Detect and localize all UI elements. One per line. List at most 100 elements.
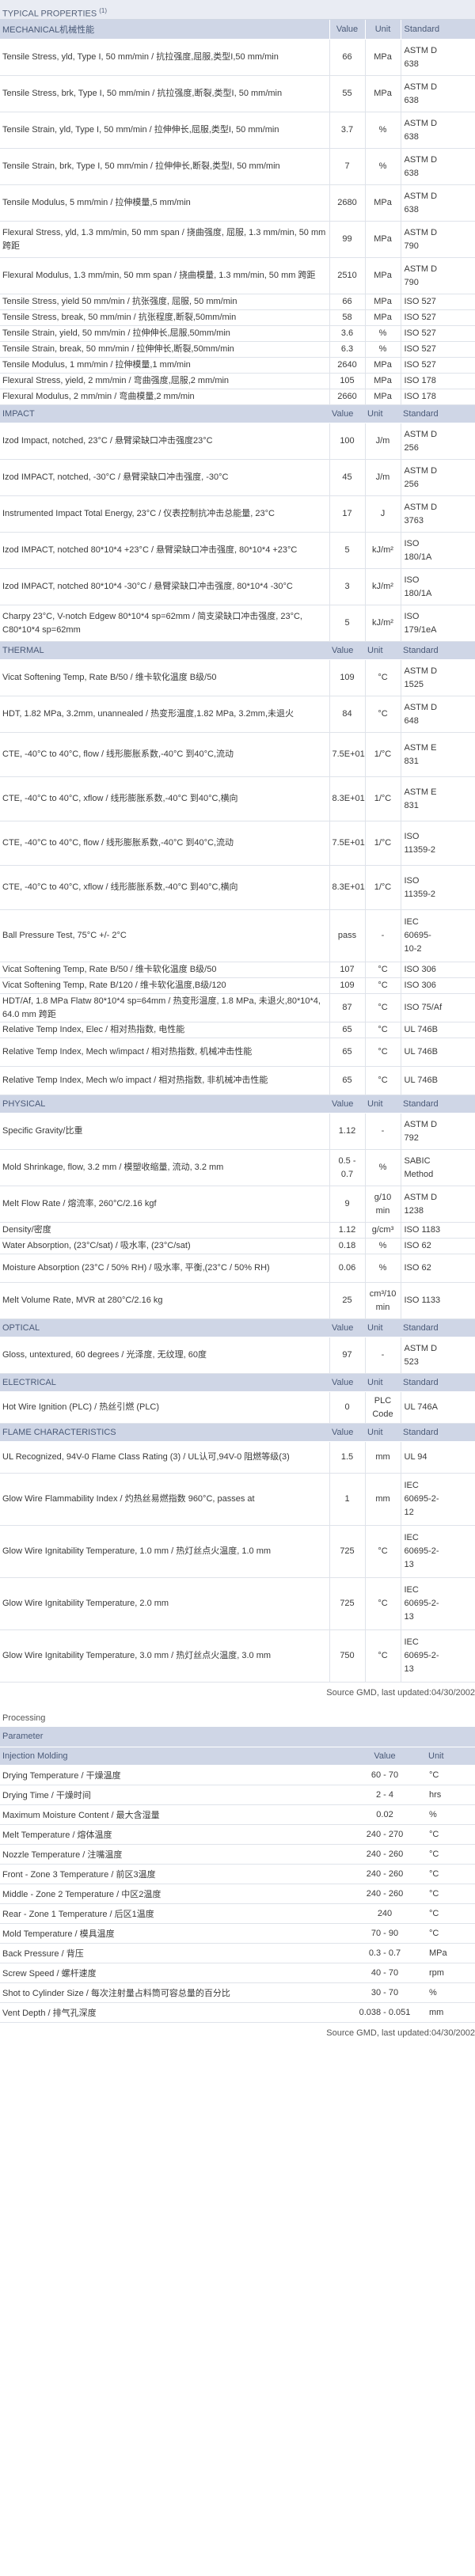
property-standard: UL 94 xyxy=(400,1441,475,1474)
processing-unit: mm xyxy=(426,2002,475,2023)
property-value: 66 xyxy=(329,39,365,76)
property-name: Moisture Absorption (23°C / 50% RH) / 吸水… xyxy=(0,1254,329,1283)
property-standard: ASTM D 790 xyxy=(400,257,475,294)
section-header-row: THERMAL Value Unit Standard xyxy=(0,641,475,660)
property-standard: ISO 180/1A xyxy=(400,532,475,569)
processing-parameter: Shot to Cylinder Size / 每次注射量占料筒可容总量的百分比 xyxy=(0,1982,344,2003)
property-standard: ISO 527 xyxy=(400,294,475,310)
property-unit: J/m xyxy=(364,459,401,496)
property-value: 1.12 xyxy=(329,1222,365,1239)
property-name: Mold Shrinkage, flow, 3.2 mm / 模塑收缩量, 流动… xyxy=(0,1149,329,1186)
property-standard: ISO 179/1eA xyxy=(400,605,475,642)
processing-parameter: Back Pressure / 背压 xyxy=(0,1943,344,1963)
processing-value: 40 - 70 xyxy=(344,1963,426,1983)
processing-row: Drying Temperature / 干燥温度 60 - 70 °C xyxy=(0,1765,475,1785)
property-unit: MPa xyxy=(364,294,401,310)
property-row: Glow Wire Ignitability Temperature, 1.0 … xyxy=(0,1525,475,1578)
property-name: Tensile Strain, break, 50 mm/min / 拉伸伸长,… xyxy=(0,341,329,358)
property-value: 725 xyxy=(329,1577,365,1630)
property-name: Izod IMPACT, notched 80*10*4 +23°C / 悬臂梁… xyxy=(0,532,329,569)
processing-row: Rear - Zone 1 Temperature / 后区1温度 240 °C xyxy=(0,1903,475,1924)
property-value: 8.3E+01 xyxy=(329,865,365,910)
processing-unit: °C xyxy=(426,1824,475,1845)
property-name: Vicat Softening Temp, Rate B/120 / 维卡软化温… xyxy=(0,977,329,994)
property-row: HDT/Af, 1.8 MPa Flatw 80*10*4 sp=64mm / … xyxy=(0,993,475,1022)
typical-properties-header: TYPICAL PROPERTIES (1) xyxy=(0,0,475,20)
property-value: 2680 xyxy=(329,184,365,222)
section-title: FLAME CHARACTERISTICS xyxy=(0,1423,329,1442)
property-row: Tensile Stress, break, 50 mm/min / 抗张程度,… xyxy=(0,309,475,326)
property-unit: 1/°C xyxy=(364,732,401,777)
property-unit: % xyxy=(364,1149,401,1186)
property-value: 109 xyxy=(329,659,365,696)
property-row: Vicat Softening Temp, Rate B/50 / 维卡软化温度… xyxy=(0,962,475,978)
processing-unit: % xyxy=(426,1804,475,1825)
property-name: Izod IMPACT, notched 80*10*4 -30°C / 悬臂梁… xyxy=(0,568,329,605)
property-standard: ASTM D 638 xyxy=(400,39,475,76)
processing-parameter: Mold Temperature / 模具温度 xyxy=(0,1923,344,1944)
section-header-row: FLAME CHARACTERISTICS Value Unit Standard xyxy=(0,1423,475,1442)
property-standard: ASTM D 638 xyxy=(400,184,475,222)
property-standard: ISO 11359-2 xyxy=(400,865,475,910)
property-name: Flexural Stress, yield, 2 mm/min / 弯曲强度,… xyxy=(0,373,329,389)
property-name: Hot Wire Ignition (PLC) / 热丝引燃 (PLC) xyxy=(0,1391,329,1424)
property-unit: % xyxy=(364,1238,401,1254)
property-name: Izod IMPACT, notched, -30°C / 悬臂梁缺口冲击强度,… xyxy=(0,459,329,496)
processing-value: 240 - 260 xyxy=(344,1864,426,1884)
processing-row: Vent Depth / 排气孔深度 0.038 - 0.051 mm xyxy=(0,2002,475,2023)
section-title: MECHANICAL机械性能 xyxy=(0,20,329,40)
property-name: Tensile Strain, brk, Type I, 50 mm/min /… xyxy=(0,148,329,185)
property-value: 3.6 xyxy=(329,325,365,342)
property-unit: MPa xyxy=(364,39,401,76)
processing-value-header: Value xyxy=(344,1747,426,1766)
property-row: Izod IMPACT, notched 80*10*4 -30°C / 悬臂梁… xyxy=(0,568,475,605)
property-row: Tensile Strain, break, 50 mm/min / 拉伸伸长,… xyxy=(0,341,475,358)
property-unit: 1/°C xyxy=(364,776,401,821)
property-unit: % xyxy=(364,341,401,358)
property-value: 105 xyxy=(329,373,365,389)
processing-row: Front - Zone 3 Temperature / 前区3温度 240 - … xyxy=(0,1864,475,1884)
property-value: 6.3 xyxy=(329,341,365,358)
property-value: 97 xyxy=(329,1337,365,1374)
property-unit: °C xyxy=(364,1525,401,1578)
property-standard: ISO 527 xyxy=(400,341,475,358)
property-name: Instrumented Impact Total Energy, 23°C /… xyxy=(0,495,329,533)
property-unit: °C xyxy=(364,1577,401,1630)
processing-parameter: Rear - Zone 1 Temperature / 后区1温度 xyxy=(0,1903,344,1924)
property-standard: IEC 60695-2- 13 xyxy=(400,1525,475,1578)
property-standard: IEC 60695-2- 12 xyxy=(400,1473,475,1526)
property-name: Relative Temp Index, Mech w/impact / 相对热… xyxy=(0,1038,329,1067)
processing-value: 0.02 xyxy=(344,1804,426,1825)
processing-parameter: Nozzle Temperature / 注嘴温度 xyxy=(0,1844,344,1865)
property-unit: PLC Code xyxy=(364,1391,401,1424)
value-column-header: Value xyxy=(329,641,365,660)
processing-parameter: Maximum Moisture Content / 最大含湿量 xyxy=(0,1804,344,1825)
property-row: Flexural Stress, yield, 2 mm/min / 弯曲强度,… xyxy=(0,373,475,389)
property-name: Relative Temp Index, Mech w/o impact / 相… xyxy=(0,1066,329,1095)
processing-value: 240 xyxy=(344,1903,426,1924)
property-row: CTE, -40°C to 40°C, xflow / 线形膨胀系数,-40°C… xyxy=(0,776,475,821)
footnote-marker: (1) xyxy=(99,7,108,14)
property-standard: ASTM E 831 xyxy=(400,732,475,777)
property-unit: °C xyxy=(364,659,401,696)
property-value: 87 xyxy=(329,993,365,1022)
property-name: Specific Gravity/比重 xyxy=(0,1113,329,1150)
processing-row: Nozzle Temperature / 注嘴温度 240 - 260 °C xyxy=(0,1844,475,1865)
property-value: 1.5 xyxy=(329,1441,365,1474)
property-standard: ISO 180/1A xyxy=(400,568,475,605)
processing-value: 2 - 4 xyxy=(344,1785,426,1805)
standard-column-header: Standard xyxy=(401,1318,475,1337)
property-value: 5 xyxy=(329,605,365,642)
property-name: Charpy 23°C, V-notch Edgew 80*10*4 sp=62… xyxy=(0,605,329,642)
property-name: CTE, -40°C to 40°C, flow / 线形膨胀系数,-40°C … xyxy=(0,732,329,777)
value-column-header: Value xyxy=(329,1423,365,1442)
property-unit: % xyxy=(364,325,401,342)
value-column-header: Value xyxy=(329,1373,365,1392)
property-standard: IEC 60695-2- 13 xyxy=(400,1629,475,1683)
property-unit: % xyxy=(364,148,401,185)
property-standard: ASTM D 792 xyxy=(400,1113,475,1150)
property-name: CTE, -40°C to 40°C, xflow / 线形膨胀系数,-40°C… xyxy=(0,865,329,910)
processing-unit: % xyxy=(426,1982,475,2003)
property-unit: kJ/m² xyxy=(364,532,401,569)
property-row: Izod IMPACT, notched 80*10*4 +23°C / 悬臂梁… xyxy=(0,532,475,569)
